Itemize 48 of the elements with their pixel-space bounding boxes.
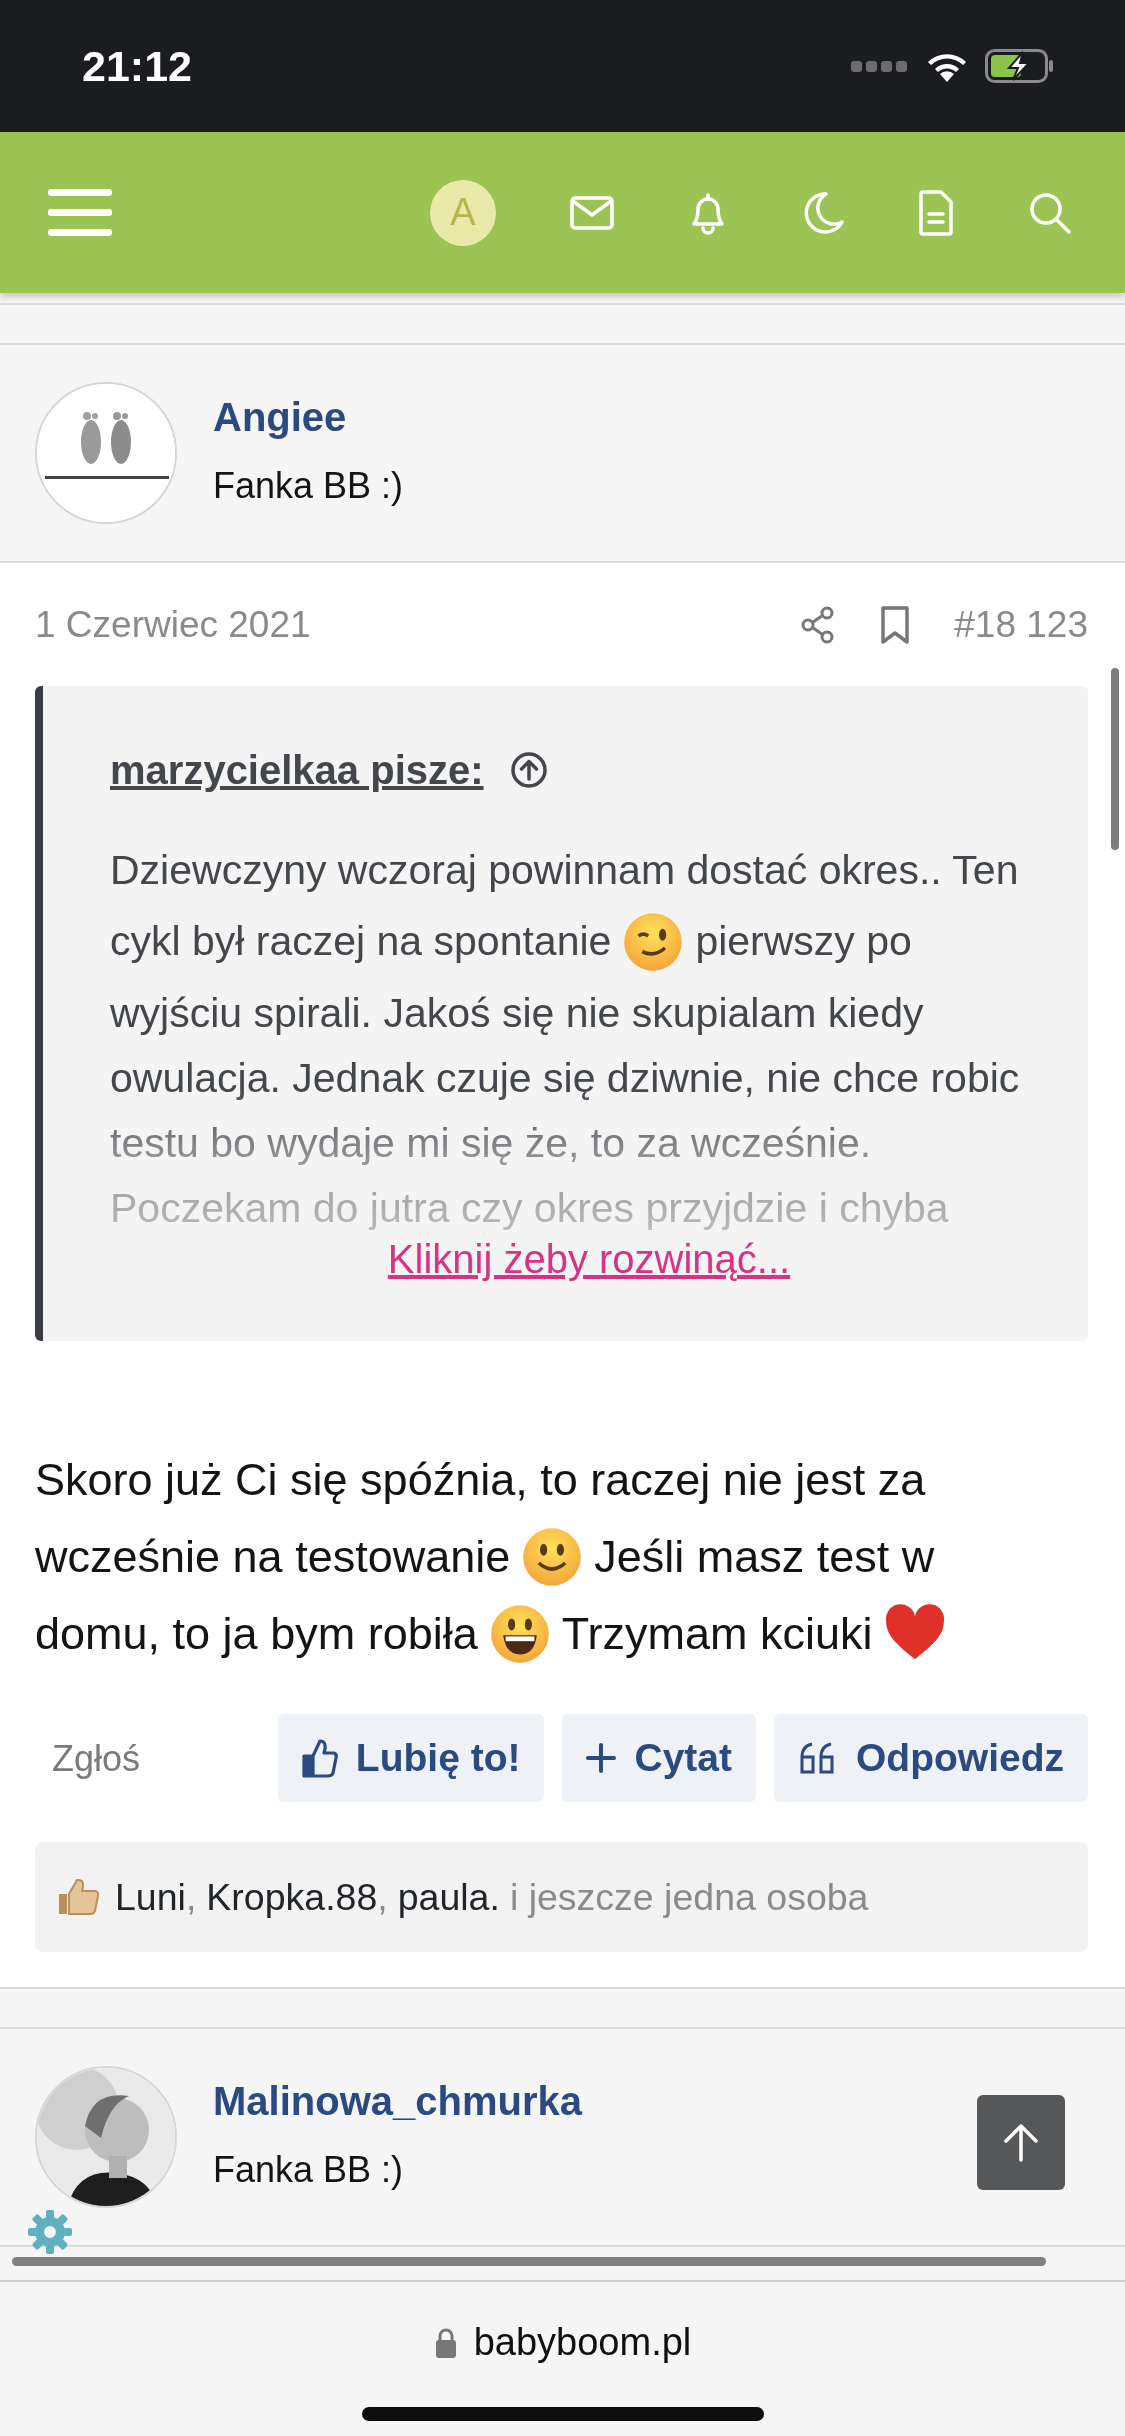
scroll-top-button[interactable] xyxy=(977,2095,1065,2190)
url-text[interactable]: babyboom.pl xyxy=(473,2314,692,2371)
expand-link[interactable]: Kliknij żeby rozwinąć... xyxy=(110,1235,1068,1283)
arrow-up-circle-icon[interactable] xyxy=(509,751,548,789)
message-text: Jeśli masz test w xyxy=(594,1529,935,1584)
document-icon[interactable] xyxy=(918,189,954,236)
signal-icon xyxy=(851,59,909,73)
moon-icon[interactable] xyxy=(802,190,844,235)
battery-charging-icon xyxy=(985,49,1055,83)
arrow-up-icon xyxy=(1001,2121,1041,2164)
smiling-face-icon xyxy=(522,1526,583,1587)
separator-text: , xyxy=(377,1874,388,1920)
plus-icon xyxy=(586,1743,617,1773)
quote-author-link[interactable]: marzycielkaa pisze: xyxy=(110,746,484,794)
message-text: Skoro już Ci się spóźnia, to raczej nie jest za xyxy=(35,1452,926,1507)
username-link[interactable]: Malinowa_chmurka xyxy=(213,2077,582,2125)
reaction-user-link[interactable]: Luni xyxy=(115,1868,186,1926)
quote-button[interactable]: Cytat xyxy=(562,1714,756,1802)
reaction-user-link[interactable]: Kropka.88 xyxy=(206,1868,378,1926)
quote-text: testu bo wydaje mi się że, to za wcześnie. xyxy=(110,1118,872,1168)
quote-text: cykl był raczej na spontanie xyxy=(110,917,612,967)
mail-icon[interactable] xyxy=(570,195,614,230)
user-title: Fanka BB :) xyxy=(213,464,404,508)
quote-text: Dziewczyny wczoraj powinnam dostać okres.. Ten xyxy=(110,845,1019,895)
like-button[interactable]: Lubię to! xyxy=(277,1714,545,1802)
message-text: wcześnie na testowanie xyxy=(35,1529,511,1584)
thumbs-up-icon xyxy=(301,1738,338,1778)
user-title: Fanka BB :) xyxy=(213,2148,405,2192)
separator-text: , xyxy=(185,1874,197,1920)
quote-text: wyjściu spirali. Jakoś się nie skupialam kiedy xyxy=(110,988,924,1038)
message-text: Trzymam kciuki xyxy=(561,1606,873,1661)
report-link[interactable]: Zgłoś xyxy=(35,1714,141,1786)
grinning-face-icon xyxy=(489,1603,550,1664)
winking-face-icon xyxy=(623,912,684,972)
quote-text: pierwszy po xyxy=(695,917,912,967)
gear-icon[interactable] xyxy=(26,2208,74,2256)
reaction-user-link[interactable]: paula. xyxy=(397,1868,500,1926)
status-time: 21:12 xyxy=(82,40,192,92)
lock-icon xyxy=(433,2326,458,2359)
quote-text: owulacja. Jednak czuje się dziwnie, nie chce robic xyxy=(110,1053,1020,1103)
menu-button[interactable] xyxy=(48,186,112,239)
message-text: domu, to ja bym robiła xyxy=(35,1606,478,1661)
quote-text: Poczekam do jutra czy okres przyjdzie i chyba xyxy=(110,1183,949,1233)
reply-button[interactable]: Odpowiedz xyxy=(774,1714,1088,1802)
bookmark-icon[interactable] xyxy=(880,604,911,645)
thumbs-up-icon xyxy=(57,1877,101,1917)
username-link[interactable]: Angiee xyxy=(213,393,404,441)
search-icon[interactable] xyxy=(1028,190,1072,235)
